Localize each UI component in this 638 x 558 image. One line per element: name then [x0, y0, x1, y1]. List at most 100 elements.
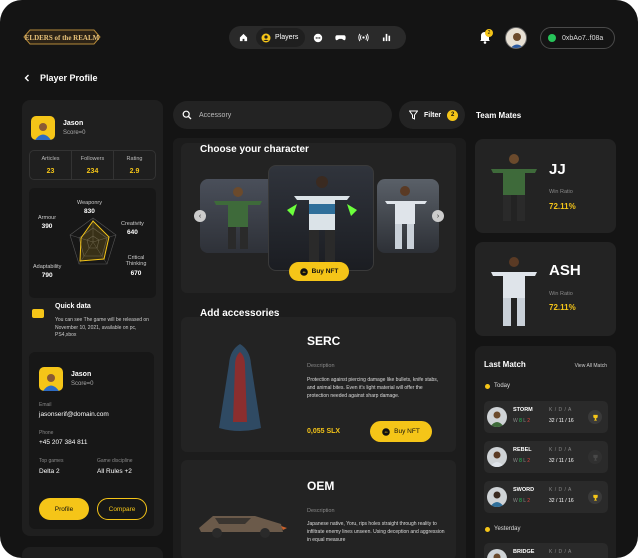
match-losses: 2	[527, 498, 531, 504]
team-mate-card-ash[interactable]: ASH Win Ratio 72.11%	[475, 242, 616, 336]
filter-button[interactable]: Filter 2	[399, 101, 465, 129]
accessory-name: OEM	[307, 479, 335, 493]
stat-label: Articles	[41, 156, 60, 162]
match-win-loss: W 8 L 2	[513, 418, 531, 424]
nft-icon: ∞	[299, 267, 308, 276]
kda-value: 32 / 11 / 16	[549, 498, 574, 504]
today-label: Today	[485, 383, 510, 389]
attr-armour: Armour 390	[38, 215, 56, 231]
game-discipline-label: Game discipline	[97, 458, 133, 464]
match-row[interactable]: STORM W 8 L 2 K / D / A 32 / 11 / 16	[484, 401, 608, 433]
radar-chart	[69, 217, 117, 265]
wallet-address: 0xbAo7..f08a	[562, 34, 604, 42]
attr-adaptability: Adaptability 790	[33, 264, 61, 280]
attr-value: 640	[127, 229, 138, 237]
match-name: SWORD	[513, 487, 535, 493]
filter-label: Filter	[424, 111, 442, 119]
game-logo[interactable]: ELDERS of the REALM	[22, 27, 102, 47]
nav-players-tab[interactable]: Players	[256, 28, 306, 47]
kda-label: K / D / A	[549, 407, 572, 413]
nav-players-label: Players	[275, 34, 299, 41]
chevron-left-icon[interactable]: ‹	[194, 210, 206, 222]
attr-label: Critical Thinking	[125, 255, 147, 268]
accessory-price: 0,055 SLX	[307, 428, 341, 435]
email-label: Email	[39, 402, 52, 408]
chat-icon[interactable]	[307, 28, 328, 47]
team-mate-name: ASH	[549, 262, 581, 279]
match-row[interactable]: REBEL W 8 L 2 K / D / A 32 / 11 / 16	[484, 441, 608, 473]
match-win-loss: W 8 L 2	[513, 458, 531, 464]
profile-card-name: Jason	[71, 371, 92, 378]
attr-critical-thinking: Critical Thinking 670	[121, 255, 151, 277]
match-losses: 2	[527, 418, 531, 424]
kda-label: K / D / A	[549, 549, 572, 555]
day-text: Yesterday	[494, 526, 521, 532]
home-icon[interactable]	[233, 28, 254, 47]
stat-value: 2.9	[129, 168, 140, 175]
notification-bell[interactable]: 2	[478, 29, 493, 45]
accessory-description-label: Description	[307, 363, 335, 369]
bar-chart-icon[interactable]	[376, 28, 397, 47]
attributes-radar: Weaponry 830 Creativity 640 Critical Think…	[29, 188, 156, 298]
accessory-description: Protection against piercing damage like …	[307, 377, 439, 399]
match-avatar	[487, 549, 507, 558]
wallet-button[interactable]: 0xbAo7..f08a	[540, 27, 615, 49]
character-card-selected[interactable]	[268, 165, 374, 271]
quick-data-icon	[32, 309, 44, 318]
chevron-left-icon[interactable]	[24, 74, 30, 82]
top-games-value: Delta 2	[39, 468, 60, 475]
notification-count-badge: 2	[485, 29, 493, 37]
profile-header: Jason Score=0	[31, 116, 86, 140]
filter-icon	[409, 110, 418, 120]
kda-value: 32 / 11 / 16	[549, 458, 574, 464]
nft-icon: ∞	[382, 427, 390, 436]
attr-weaponry: Weaponry 830	[77, 200, 102, 216]
profile-avatar	[31, 116, 55, 140]
match-name: REBEL	[513, 447, 532, 453]
team-mate-card-jj[interactable]: JJ Win Ratio 72.11%	[475, 139, 616, 233]
email-value: jasonserif@domain.com	[39, 411, 109, 418]
team-mate-win-value: 72.11%	[549, 202, 576, 211]
match-row[interactable]: BRIDGE K / D / A	[484, 543, 608, 558]
team-mate-jj-image	[491, 154, 537, 221]
accessory-description-label: Description	[307, 508, 335, 514]
search-bar[interactable]: Accessory	[173, 101, 392, 129]
match-losses: 2	[527, 458, 531, 464]
match-wins: 8	[519, 498, 522, 504]
day-dot-icon	[485, 383, 490, 389]
view-all-match-link[interactable]: View All Match	[575, 363, 607, 369]
character-card-right[interactable]	[377, 179, 439, 253]
profile-stats: Articles 23 Followers 234 Rating 2.9	[29, 150, 156, 180]
broadcast-icon[interactable]	[353, 28, 374, 47]
profile-name: Jason	[63, 120, 84, 127]
buy-nft-character-button[interactable]: ∞ Buy NFT	[289, 262, 349, 281]
quick-data-text: You can see The game will be released on…	[55, 317, 149, 338]
top-nav: Players	[229, 26, 406, 49]
user-avatar[interactable]	[505, 27, 527, 49]
attr-value: 790	[41, 272, 53, 280]
match-win-loss: W 8 L 2	[513, 498, 531, 504]
kda-value: 32 / 11 / 16	[549, 418, 574, 424]
profile-panel-next	[22, 547, 163, 558]
search-icon	[182, 110, 192, 120]
attr-label: Weaponry	[77, 200, 102, 206]
attr-value: 390	[41, 223, 53, 231]
profile-button[interactable]: Profile	[39, 498, 89, 520]
stat-followers: Followers 234	[71, 151, 113, 179]
top-games-label: Top games	[39, 458, 64, 464]
character-card-left[interactable]	[200, 179, 278, 253]
chevron-right-icon[interactable]: ›	[432, 210, 444, 222]
attr-label: Creativity	[121, 221, 144, 227]
gamepad-icon[interactable]	[330, 28, 351, 47]
buy-nft-label: Buy NFT	[394, 428, 420, 435]
buy-nft-accessory-button[interactable]: ∞ Buy NFT	[370, 421, 432, 442]
match-row[interactable]: SWORD W 8 L 2 K / D / A 32 / 11 / 16	[484, 481, 608, 513]
quick-data-title: Quick data	[55, 303, 91, 310]
kda-label: K / D / A	[549, 447, 572, 453]
stat-label: Rating	[126, 156, 143, 162]
attr-value: 830	[84, 208, 95, 216]
compare-button[interactable]: Compare	[97, 498, 147, 520]
search-input[interactable]: Accessory	[199, 112, 231, 119]
phone-value: +45 207 384 811	[39, 439, 88, 446]
phone-label: Phone	[39, 430, 54, 436]
